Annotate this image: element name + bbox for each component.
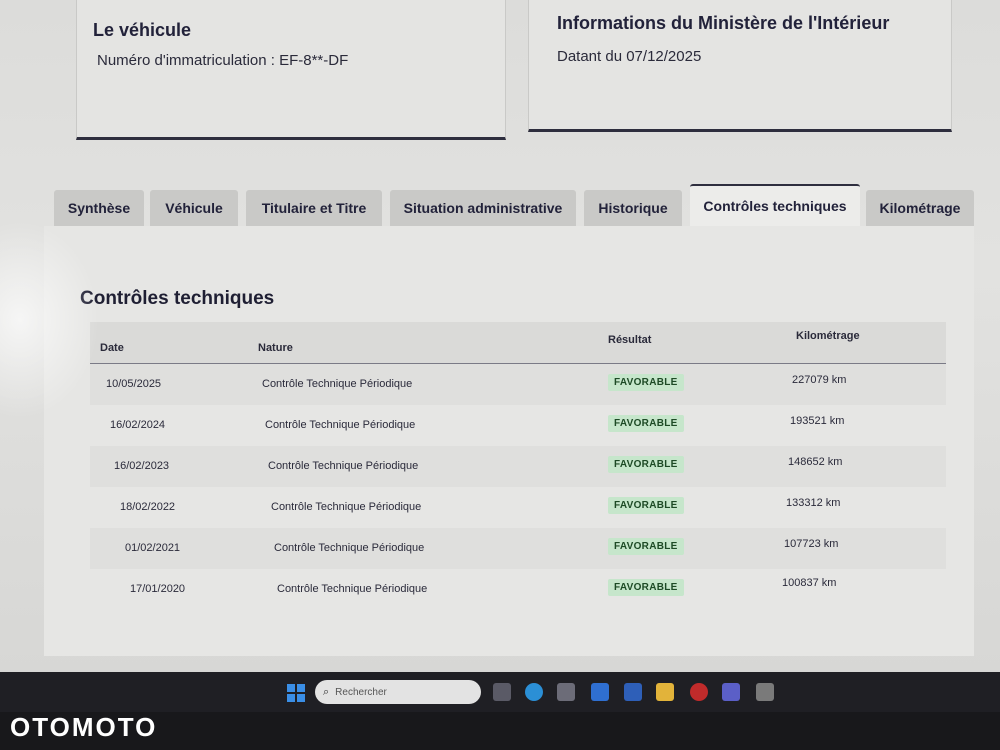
registration-number: Numéro d'immatriculation : EF-8**-DF — [97, 52, 349, 69]
header-nature: Nature — [258, 342, 293, 354]
row-date: 16/02/2024 — [110, 419, 166, 431]
row-mileage: 227079 km — [792, 374, 847, 386]
tab-synthese[interactable]: Synthèse — [54, 190, 144, 226]
table-row: 01/02/2021 Contrôle Technique Périodique… — [90, 528, 946, 569]
row-nature: Contrôle Technique Périodique — [277, 583, 428, 595]
row-mileage: 107723 km — [784, 538, 839, 550]
mail-icon[interactable] — [591, 683, 609, 701]
store-icon[interactable] — [557, 683, 575, 701]
row-date: 18/02/2022 — [120, 501, 176, 513]
tab-situation[interactable]: Situation administrative — [390, 190, 576, 226]
header-result: Résultat — [608, 334, 652, 346]
folder-icon[interactable] — [656, 683, 674, 701]
row-nature: Contrôle Technique Périodique — [268, 460, 419, 472]
row-date: 10/05/2025 — [106, 378, 162, 390]
row-nature: Contrôle Technique Périodique — [265, 419, 416, 431]
app-l-icon[interactable] — [624, 683, 642, 701]
result-badge: FAVORABLE — [608, 538, 684, 555]
misc-app-icon[interactable] — [756, 683, 774, 701]
result-badge: FAVORABLE — [608, 415, 684, 432]
windows-start-icon[interactable] — [287, 684, 305, 702]
content-panel: Contrôles techniques Date Nature Résulta… — [44, 226, 974, 656]
taskbar-search-input[interactable]: ⌕ Rechercher — [315, 680, 481, 704]
result-badge: FAVORABLE — [608, 374, 684, 391]
table-header: Date Nature Résultat Kilométrage — [90, 322, 946, 364]
table-row: 18/02/2022 Contrôle Technique Périodique… — [90, 487, 946, 528]
teams-icon[interactable] — [722, 683, 740, 701]
table-row: 10/05/2025 Contrôle Technique Périodique… — [90, 364, 946, 405]
row-mileage: 193521 km — [790, 415, 845, 427]
opera-icon[interactable] — [690, 683, 708, 701]
watermark-logo: OTOMOTO — [10, 712, 158, 742]
table-row: 16/02/2024 Contrôle Technique Périodique… — [90, 405, 946, 446]
tab-kilometrage[interactable]: Kilométrage — [866, 190, 974, 226]
tab-bar: Synthèse Véhicule Titulaire et Titre Sit… — [54, 184, 984, 226]
row-mileage: 148652 km — [788, 456, 843, 468]
vehicle-card: Le véhicule Numéro d'immatriculation : E… — [76, 0, 506, 140]
ministry-date: Datant du 07/12/2025 — [557, 48, 702, 65]
tab-titulaire[interactable]: Titulaire et Titre — [246, 190, 382, 226]
edge-icon[interactable] — [525, 683, 543, 701]
header-mileage: Kilométrage — [796, 330, 860, 342]
windows-taskbar: ⌕ Rechercher — [0, 672, 1000, 712]
row-mileage: 133312 km — [786, 497, 841, 509]
section-title: Contrôles techniques — [80, 288, 275, 309]
table-row: 17/01/2020 Contrôle Technique Périodique… — [90, 569, 946, 610]
row-nature: Contrôle Technique Périodique — [274, 542, 425, 554]
tab-vehicule[interactable]: Véhicule — [150, 190, 238, 226]
task-view-icon[interactable] — [493, 683, 511, 701]
vehicle-card-title: Le véhicule — [93, 20, 192, 40]
browser-viewport: Le véhicule Numéro d'immatriculation : E… — [0, 0, 1000, 672]
ministry-card-title: Informations du Ministère de l'Intérieur — [557, 13, 890, 33]
row-date: 16/02/2023 — [114, 460, 170, 472]
search-icon: ⌕ — [323, 685, 330, 698]
row-date: 17/01/2020 — [130, 583, 186, 595]
result-badge: FAVORABLE — [608, 497, 684, 514]
row-mileage: 100837 km — [782, 577, 837, 589]
ministry-card: Informations du Ministère de l'Intérieur… — [528, 0, 952, 132]
row-date: 01/02/2021 — [125, 542, 181, 554]
table-row: 16/02/2023 Contrôle Technique Périodique… — [90, 446, 946, 487]
header-date: Date — [100, 342, 124, 354]
tab-historique[interactable]: Historique — [584, 190, 682, 226]
search-placeholder: Rechercher — [335, 686, 387, 698]
inspections-table: Date Nature Résultat Kilométrage 10/05/2… — [90, 322, 946, 610]
result-badge: FAVORABLE — [608, 456, 684, 473]
row-nature: Contrôle Technique Périodique — [262, 378, 413, 390]
tab-controles-techniques[interactable]: Contrôles techniques — [690, 184, 860, 226]
table-body: 10/05/2025 Contrôle Technique Périodique… — [90, 364, 946, 610]
row-nature: Contrôle Technique Périodique — [271, 501, 422, 513]
result-badge: FAVORABLE — [608, 579, 684, 596]
